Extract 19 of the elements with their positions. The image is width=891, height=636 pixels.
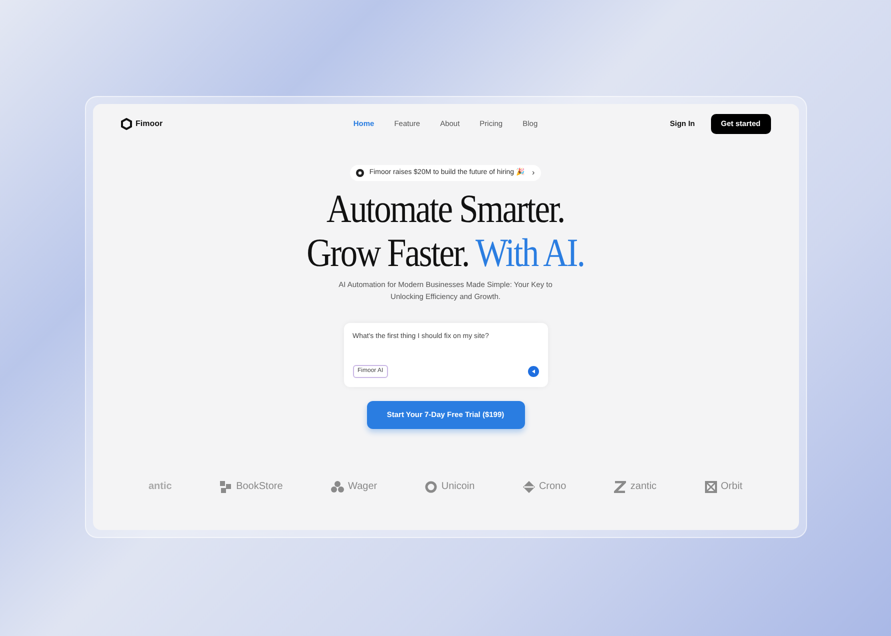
hexagon-logo-icon (120, 118, 132, 130)
ring-logo-icon (425, 480, 438, 492)
company-logo-text: Crono (538, 480, 566, 494)
company-logo-text: Wager (348, 480, 378, 494)
diamond-logo-icon (522, 480, 535, 492)
company-logo-text: BookStore (236, 480, 283, 494)
chevron-text: › (532, 167, 535, 179)
company-logo-text: Unicoin (441, 480, 475, 494)
clover-logo-icon (331, 480, 344, 492)
company-logo-text: zantic (630, 480, 657, 494)
headline: Automate Smarter. Grow Faster. With AI. (306, 187, 584, 275)
brand-name: Fimoor (136, 118, 163, 130)
company-logo-text: Orbit (720, 480, 742, 494)
blocks-logo-icon (220, 480, 232, 492)
send-icon[interactable] (528, 366, 538, 377)
square-logo-icon (704, 480, 717, 492)
company-logo-text: antic (148, 480, 172, 494)
zigzag-logo-icon (614, 480, 626, 492)
badge-icon (356, 169, 364, 177)
